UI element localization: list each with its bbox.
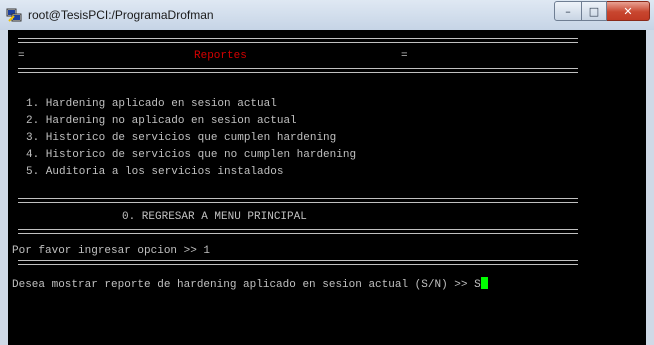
report-question-text: Desea mostrar reporte de hardening aplic… bbox=[12, 279, 481, 291]
menu-item: 1. Hardening aplicado en sesion actual bbox=[26, 98, 277, 110]
separator bbox=[18, 229, 578, 234]
option-prompt: Por favor ingresar opcion >> 1 bbox=[12, 245, 211, 257]
menu-item: 2. Hardening no aplicado en sesion actua… bbox=[26, 115, 297, 127]
text-cursor bbox=[480, 277, 488, 289]
menu-item: 5. Auditoria a los servicios instalados bbox=[26, 166, 284, 178]
terminal-window: root@TesisPCI:/ProgramaDrofman – □ ✕ = R… bbox=[0, 0, 654, 345]
minimize-button[interactable]: – bbox=[554, 1, 582, 21]
window-title: root@TesisPCI:/ProgramaDrofman bbox=[28, 8, 214, 22]
terminal-screen[interactable]: = Reportes = 1. Hardening aplicado en se… bbox=[8, 30, 646, 345]
menu-item: 3. Historico de servicios que cumplen ha… bbox=[26, 132, 337, 144]
back-option: 0. REGRESAR A MENU PRINCIPAL bbox=[122, 211, 307, 223]
report-question: Desea mostrar reporte de hardening aplic… bbox=[12, 277, 488, 292]
close-button[interactable]: ✕ bbox=[607, 1, 650, 21]
separator bbox=[18, 68, 578, 73]
separator bbox=[18, 38, 578, 43]
separator bbox=[18, 260, 578, 265]
putty-icon bbox=[6, 8, 22, 22]
header-left-border: = bbox=[18, 50, 25, 62]
header-right-border: = bbox=[401, 50, 408, 62]
separator bbox=[18, 198, 578, 203]
title-bar[interactable]: root@TesisPCI:/ProgramaDrofman – □ ✕ bbox=[0, 0, 654, 30]
menu-item: 4. Historico de servicios que no cumplen… bbox=[26, 149, 357, 161]
header-title: Reportes bbox=[194, 50, 247, 62]
maximize-button[interactable]: □ bbox=[582, 1, 607, 21]
window-controls: – □ ✕ bbox=[554, 1, 650, 21]
